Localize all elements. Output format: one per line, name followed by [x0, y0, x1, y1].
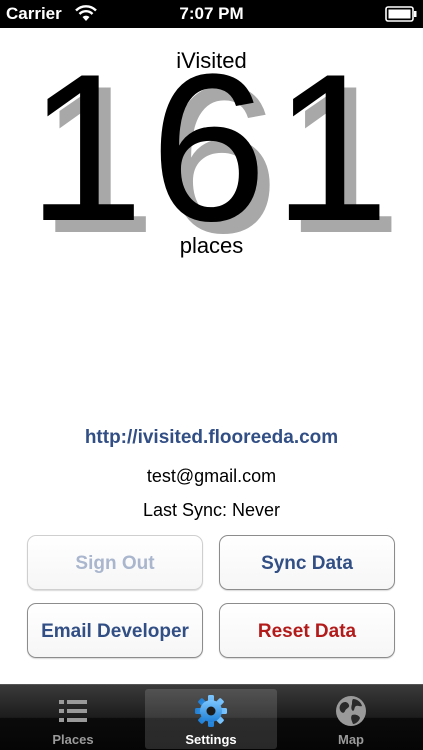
tab-settings-label: Settings: [185, 732, 237, 747]
last-sync-status: Last Sync: Never: [0, 500, 423, 521]
status-time: 7:07 PM: [179, 4, 244, 23]
last-sync-value: Never: [232, 500, 281, 520]
globe-icon: [336, 696, 366, 726]
app-screen: Carrier 7:07 PM iVisited 161 places http…: [0, 0, 423, 750]
reset-data-button[interactable]: Reset Data: [219, 603, 395, 658]
tab-bar: Places Settings Map: [0, 684, 423, 750]
email-developer-button[interactable]: Email Developer: [27, 603, 203, 658]
settings-content: iVisited 161 places http://ivisited.floo…: [0, 28, 423, 684]
sign-out-button[interactable]: Sign Out: [27, 535, 203, 590]
account-email: test@gmail.com: [146, 466, 277, 486]
visited-count: 161: [27, 30, 396, 265]
tab-settings[interactable]: Settings: [145, 689, 277, 749]
list-icon: [59, 700, 87, 722]
tab-places-label: Places: [52, 732, 94, 747]
website-link[interactable]: http://ivisited.flooreeda.com: [0, 427, 423, 449]
tab-map[interactable]: Map: [285, 689, 417, 749]
battery-icon: [385, 6, 417, 22]
gear-icon: [195, 695, 227, 727]
last-sync-label: Last Sync:: [142, 500, 227, 520]
count-unit-label: places: [179, 233, 244, 258]
sync-data-button[interactable]: Sync Data: [219, 535, 395, 590]
tab-places[interactable]: Places: [7, 689, 139, 749]
status-bar: Carrier 7:07 PM: [0, 0, 423, 28]
tab-map-label: Map: [338, 732, 364, 747]
